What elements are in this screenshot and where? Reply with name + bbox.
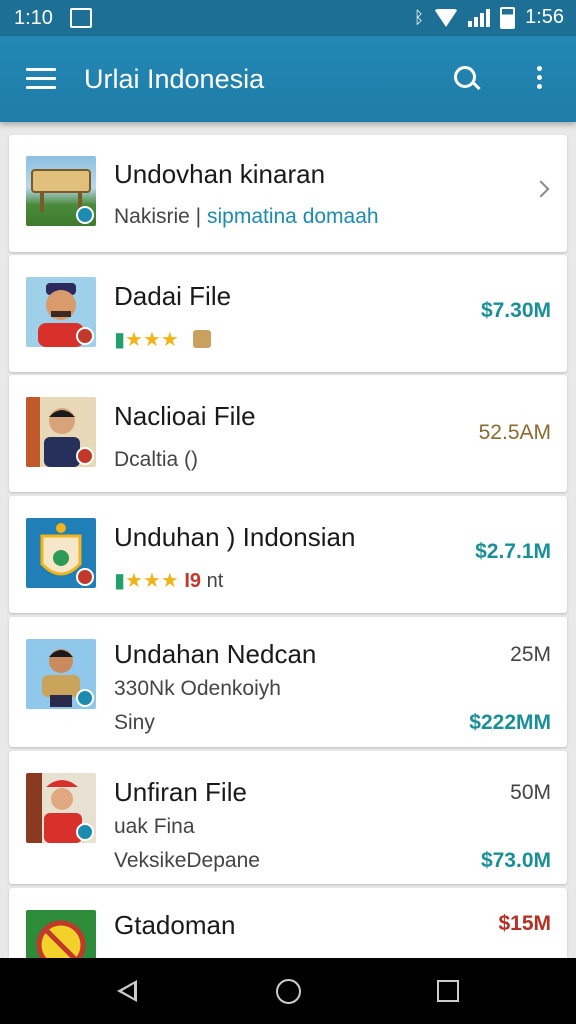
item-subtitle: Dcaltia () — [114, 448, 199, 471]
info-badge-icon — [76, 689, 94, 707]
info-badge-icon — [76, 206, 94, 224]
rating-stars: ★★★ — [125, 329, 179, 351]
more-vert-icon[interactable] — [535, 66, 543, 92]
item-name: Unduhan ) Indonsian — [114, 522, 356, 552]
navigation-bar — [0, 958, 576, 1024]
list-item[interactable]: Unduhan ) Indonsian ▮★★★ I9 nt $2.7.1M — [9, 496, 567, 613]
back-icon[interactable] — [117, 980, 137, 1002]
item-price: $73.0M — [480, 849, 551, 872]
item-price: $15M — [498, 912, 551, 935]
item-thumbnail — [26, 156, 96, 226]
signal-icon — [468, 8, 491, 27]
list-item[interactable]: Undovhan kinaran Nakisrie | sipmatina do… — [9, 135, 567, 252]
bluetooth-icon: ᛒ — [413, 7, 425, 27]
app-title: Urlai Indonesia — [84, 64, 265, 94]
item-subtitle-secondary: VeksikeDepane — [114, 849, 260, 872]
rating-count: I9 — [184, 570, 202, 592]
item-rating: ▮★★★ — [114, 327, 211, 352]
download-badge-icon — [76, 568, 94, 586]
list-item[interactable]: Undahan Nedcan 330Nk Odenkoiyh Siny 25M … — [9, 617, 567, 747]
recent-apps-icon[interactable] — [437, 980, 459, 1002]
item-subtitle: uak Fina — [114, 815, 195, 838]
item-price: $7.30M — [480, 299, 551, 322]
rating-suffix: nt — [201, 570, 224, 592]
gallery-notification-icon — [70, 8, 92, 28]
item-subtitle: 330Nk Odenkoiyh — [114, 677, 281, 700]
wifi-icon — [434, 8, 459, 27]
item-price: $222MM — [469, 711, 551, 734]
chevron-right-icon[interactable] — [532, 180, 550, 198]
item-rating: ▮★★★ I9 nt — [114, 570, 224, 592]
item-subtitle: Nakisrie | sipmatina domaah — [114, 205, 379, 229]
status-time-right: 1:56 — [525, 6, 564, 28]
item-subtitle-link[interactable]: sipmatina domaah — [207, 205, 379, 228]
item-thumbnail — [26, 518, 96, 588]
item-name: Unfiran File — [114, 777, 247, 807]
item-thumbnail — [26, 639, 96, 709]
download-badge-icon — [76, 327, 94, 345]
menu-icon[interactable] — [26, 68, 56, 90]
item-name: Dadai File — [114, 281, 232, 311]
battery-icon — [500, 6, 516, 29]
item-size: 50M — [510, 781, 551, 804]
item-price: 52.5AM — [478, 421, 551, 444]
status-bar: 1:10 ᛒ 1:56 — [0, 0, 576, 36]
list-item[interactable]: Dadai File ▮★★★ $7.30M — [9, 255, 567, 372]
item-thumbnail — [26, 277, 96, 347]
status-icons: ᛒ 1:56 — [414, 6, 564, 29]
app-bar: Urlai Indonesia — [0, 36, 576, 122]
item-name: Naclioai File — [114, 401, 256, 431]
item-subtitle-prefix: Nakisrie | — [114, 205, 207, 228]
item-name: Undahan Nedcan — [114, 639, 317, 669]
status-time-left: 1:10 — [14, 7, 53, 29]
item-thumbnail — [26, 397, 96, 467]
search-icon[interactable] — [454, 66, 482, 94]
item-size: 25M — [510, 643, 551, 666]
item-thumbnail — [26, 773, 96, 843]
item-price: $2.7.1M — [475, 540, 551, 563]
home-icon[interactable] — [276, 979, 301, 1004]
rating-stars: ★★★ — [125, 570, 179, 592]
item-subtitle-secondary: Siny — [114, 711, 155, 734]
list-item[interactable]: Unfiran File uak Fina VeksikeDepane 50M … — [9, 751, 567, 884]
item-name: Undovhan kinaran — [114, 159, 326, 189]
info-badge-icon — [76, 823, 94, 841]
list-item[interactable]: Naclioai File Dcaltia () 52.5AM — [9, 375, 567, 492]
download-badge-icon — [76, 447, 94, 465]
item-name: Gtadoman — [114, 910, 236, 940]
tag-icon — [192, 330, 211, 348]
